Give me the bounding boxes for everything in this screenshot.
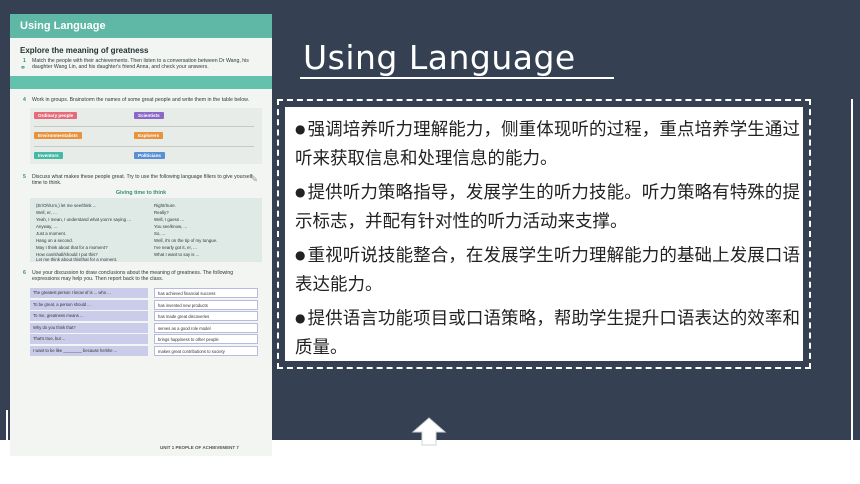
section-title: Explore the meaning of greatness (20, 46, 149, 55)
headphones-icon: ⚭ (20, 65, 26, 72)
tag-politicians: Politicians (134, 151, 165, 159)
task-4: 4 Work in groups. Brainstorm the names o… (23, 97, 262, 104)
matching-band (10, 76, 272, 90)
content-box-inner: ● 强调培养听力理解能力，侧重体现听的过程，重点培养学生通过听来获取信息和处理信息… (285, 107, 803, 361)
filler-item: Well, I guess ... (154, 217, 184, 223)
bullet-dot-icon: ● (295, 185, 306, 199)
expression-row: To be great, a person should ... has inv… (30, 299, 262, 310)
expression-right: brings happiness to other people (154, 334, 258, 345)
filler-item: Really? (154, 210, 169, 216)
task-5: 5 Discuss what makes these people great.… (23, 173, 262, 186)
filler-item: Anyway, ... (36, 224, 58, 230)
expression-left: To be great, a person should ... (30, 299, 148, 310)
task-number: 4 (23, 97, 26, 104)
bullet-item: ● 重视听说技能整合，在发展学生听力理解能力的基础上发展口语表达能力。 (295, 241, 800, 300)
bullet-text: 提供听力策略指导，发展学生的听力技能。听力策略有特殊的提示标志，并配有针对性的听… (295, 183, 800, 232)
bullet-text: 提供语言功能项目或口语策略，帮助学生提升口语表达的效率和质量。 (295, 309, 800, 358)
bullet-text: 强调培养听力理解能力，侧重体现听的过程，重点培养学生通过听来获取信息和处理信息的… (295, 120, 800, 169)
fillers-left-col: (Er/Oh/Um,) let me see/think ... Well, e… (36, 202, 131, 258)
task-number: 5 (23, 173, 26, 180)
task-1: 1 Match the people with their achievemen… (23, 58, 262, 71)
expression-row: The greatest person I know of is ... who… (30, 288, 262, 299)
filler-item: Let me think about this/that for a momen… (36, 257, 118, 263)
bullet-list: ● 强调培养听力理解能力，侧重体现听的过程，重点培养学生通过听来获取信息和处理信息… (295, 115, 800, 367)
bullet-dot-icon: ● (295, 311, 306, 325)
tag-ordinary: Ordinary people (34, 111, 78, 119)
tag-scientists: Scientists (134, 111, 164, 119)
up-arrow-icon[interactable] (411, 416, 447, 446)
fillers-box: (Er/Oh/Um,) let me see/think ... Well, e… (30, 198, 262, 263)
expression-right: has invented new products (154, 299, 258, 310)
tag-inventors: Inventors (34, 151, 63, 159)
table-line (34, 125, 254, 127)
expression-row: To me, greatness means ... has made grea… (30, 311, 262, 322)
bullet-dot-icon: ● (295, 122, 306, 136)
task-text: Discuss what makes these people great. T… (32, 173, 253, 186)
expression-left: The greatest person I know of is ... who… (30, 288, 148, 299)
filler-item: So, ... (154, 231, 166, 237)
filler-item: Well, er, ... (36, 210, 57, 216)
frame-left-line (6, 410, 8, 442)
bullet-item: ● 提供听力策略指导，发展学生的听力技能。听力策略有特殊的提示标志，并配有针对性的… (295, 178, 800, 237)
expression-right: has made great discoveries (154, 311, 258, 322)
bullet-text: 重视听说技能整合，在发展学生听力理解能力的基础上发展口语表达能力。 (295, 246, 800, 295)
bullet-dot-icon: ● (295, 248, 306, 262)
expression-row: That's true, but ... brings happiness to… (30, 334, 262, 345)
task-number: 1 (23, 58, 26, 64)
task-number: 6 (23, 270, 26, 277)
content-box: ● 强调培养听力理解能力，侧重体现听的过程，重点培养学生通过听来获取信息和处理信息… (277, 99, 811, 369)
filler-item: Yeah, I mean, I understand what you're s… (36, 217, 131, 223)
expression-left: I want to be like ________ because he/sh… (30, 345, 148, 356)
expression-left: To me, greatness means ... (30, 311, 148, 322)
filler-item: (Er/Oh/Um,) let me see/think ... (36, 203, 97, 209)
table-line (34, 145, 254, 147)
expression-right: serves as a good role model (154, 322, 258, 333)
expression-right: has achieved financial success (154, 288, 258, 299)
title-underline (300, 77, 614, 79)
filler-item: Right/Sure. (154, 203, 176, 209)
expression-row: I want to be like ________ because he/sh… (30, 345, 262, 356)
task-6: 6 Use your discussion to draw conclusion… (23, 270, 262, 283)
filler-item: Just a moment. (36, 231, 67, 237)
expression-left: That's true, but ... (30, 334, 148, 345)
expression-left: Why do you think that? (30, 322, 148, 333)
bullet-item: ● 强调培养听力理解能力，侧重体现听的过程，重点培养学生通过听来获取信息和处理信息… (295, 115, 800, 174)
page-footer: UNIT 1 PEOPLE OF ACHIEVEMENT 7 (160, 445, 239, 450)
filler-item: You see/know, ... (154, 224, 188, 230)
filler-item: Well, it's on the tip of my tongue. (154, 238, 218, 244)
frame-right-line (851, 99, 853, 442)
filler-item: Hang on a second. (36, 238, 73, 244)
fillers-right-col: Right/Sure. Really? Well, I guess ... Yo… (154, 202, 217, 258)
slide-title: Using Language (303, 38, 576, 77)
filler-item: I've nearly got it, er, ... (154, 245, 197, 251)
filler-item: May I think about that for a moment? (36, 245, 108, 251)
page-header: Using Language (10, 14, 272, 38)
tag-environmentalists: Environmentalists (34, 131, 82, 139)
fillers-title: Giving time to think (115, 190, 167, 197)
task-text: Match the people with their achievements… (32, 58, 249, 71)
expression-right: makes great contributions to society (154, 345, 258, 356)
task-text: Use your discussion to draw conclusions … (32, 270, 234, 283)
task-text: Work in groups. Brainstorm the names of … (32, 97, 250, 104)
bullet-item: ● 提供语言功能项目或口语策略，帮助学生提升口语表达的效率和质量。 (295, 304, 800, 363)
brainstorm-table: Ordinary people Scientists Environmental… (30, 107, 262, 164)
expression-row: Why do you think that? serves as a good … (30, 322, 262, 333)
textbook-page: Using Language Explore the meaning of gr… (10, 14, 272, 456)
tag-explorers: Explorers (134, 131, 164, 139)
expressions-table: The greatest person I know of is ... who… (30, 288, 262, 356)
